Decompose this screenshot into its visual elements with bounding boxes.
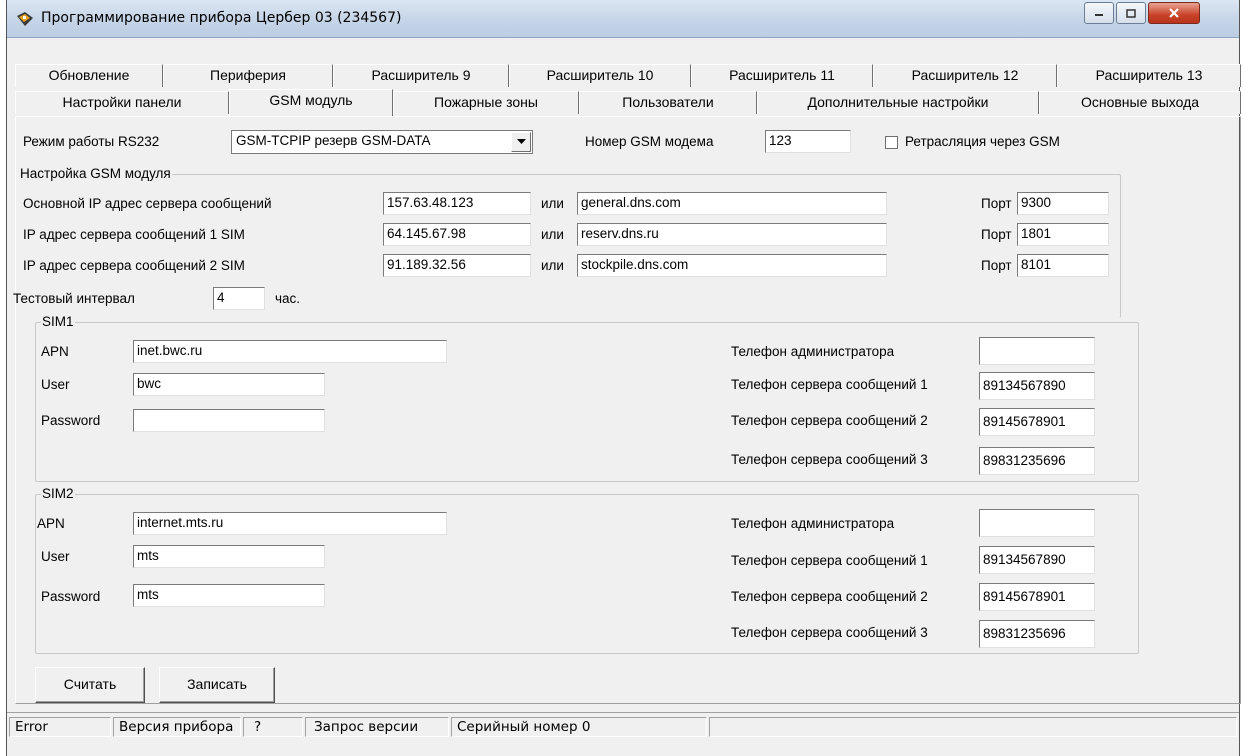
or-label: или	[541, 258, 564, 273]
tab-main-outputs[interactable]: Основные выхода	[1039, 91, 1241, 114]
sim2-server-phone-1-field[interactable]: 89134567890	[979, 546, 1095, 574]
sim1-port-field[interactable]: 1801	[1017, 223, 1109, 246]
gsm-modem-number-label: Номер GSM модема	[585, 134, 714, 149]
sim2-title: SIM2	[41, 486, 75, 501]
status-bar: Error Версия прибора ? Запрос версии Сер…	[7, 712, 1239, 756]
sim2-server-phone-3-label: Телефон сервера сообщений 3	[731, 625, 928, 640]
sim1-ip-field[interactable]: 64.145.67.98	[383, 223, 531, 246]
window-title: Программирование прибора Цербер 03 (2345…	[41, 10, 402, 26]
tab-panel-settings[interactable]: Настройки панели	[15, 91, 229, 114]
sim2-server-phone-3-field[interactable]: 89831235696	[979, 620, 1095, 648]
gsm-modem-number-field[interactable]: 123	[765, 130, 851, 153]
tab-gsm-module[interactable]: GSM модуль	[229, 89, 393, 116]
tab-extender-11[interactable]: Расширитель 11	[691, 64, 873, 87]
port-label: Порт	[981, 196, 1012, 211]
status-error: Error	[9, 717, 111, 737]
test-interval-label: Тестовый интервал	[13, 291, 135, 306]
close-icon	[1169, 8, 1179, 18]
sim1-dns-field[interactable]: reserv.dns.ru	[577, 223, 887, 246]
read-button[interactable]: Считать	[35, 667, 145, 703]
or-label: или	[541, 227, 564, 242]
sim2-ip-field[interactable]: 91.189.32.56	[383, 254, 531, 277]
sim2-apn-label: APN	[37, 516, 65, 531]
rs232-mode-value: GSM-TCPIP резерв GSM-DATA	[236, 133, 431, 148]
sim2-dns-field[interactable]: stockpile.dns.com	[577, 254, 887, 277]
rs232-mode-select[interactable]: GSM-TCPIP резерв GSM-DATA	[231, 130, 533, 154]
main-port-field[interactable]: 9300	[1017, 192, 1109, 215]
app-icon	[17, 12, 33, 26]
sim2-admin-phone-label: Телефон администратора	[731, 516, 895, 531]
gsm-relay-label: Ретрасляция через GSM	[905, 134, 1060, 149]
tab-extender-9[interactable]: Расширитель 9	[333, 64, 509, 87]
sim1-password-label: Password	[41, 413, 101, 428]
tab-extender-12[interactable]: Расширитель 12	[873, 64, 1057, 87]
sim1-admin-phone-label: Телефон администратора	[731, 344, 895, 359]
sim1-server-phone-2-field[interactable]: 89145678901	[979, 408, 1095, 436]
sim1-user-label: User	[41, 377, 70, 392]
maximize-icon	[1126, 8, 1136, 18]
write-button[interactable]: Записать	[159, 667, 275, 703]
rs232-mode-label: Режим работы RS232	[23, 134, 160, 149]
sim1-apn-label: APN	[41, 344, 69, 359]
tab-update[interactable]: Обновление	[15, 64, 163, 87]
sim1-server-phone-3-label: Телефон сервера сообщений 3	[731, 452, 928, 467]
tab-users[interactable]: Пользователи	[579, 91, 757, 114]
sim2-admin-phone-field[interactable]	[979, 509, 1095, 537]
sim1-apn-field[interactable]: inet.bwc.ru	[133, 340, 447, 363]
main-window: Программирование прибора Цербер 03 (2345…	[6, 0, 1241, 756]
sim1-server-phone-1-field[interactable]: 89134567890	[979, 372, 1095, 400]
sim1-user-field[interactable]: bwc	[133, 373, 325, 396]
tab-row-1: Обновление Периферия Расширитель 9 Расши…	[15, 64, 1241, 87]
minimize-icon	[1095, 14, 1103, 16]
gsm-settings-title: Настройка GSM модуля	[19, 166, 172, 181]
sim1-title: SIM1	[41, 314, 75, 329]
sim1-ip-label: IP адрес сервера сообщений 1 SIM	[23, 227, 245, 242]
sim2-server-phone-1-label: Телефон сервера сообщений 1	[731, 553, 928, 568]
tab-extender-13[interactable]: Расширитель 13	[1057, 64, 1241, 87]
sim2-apn-field[interactable]: internet.mts.ru	[133, 512, 447, 535]
main-ip-field[interactable]: 157.63.48.123	[383, 192, 531, 215]
title-bar[interactable]: Программирование прибора Цербер 03 (2345…	[7, 0, 1239, 38]
tab-additional-settings[interactable]: Дополнительные настройки	[757, 91, 1039, 114]
port-label: Порт	[981, 227, 1012, 242]
sim2-password-label: Password	[41, 589, 101, 604]
sim1-password-field[interactable]	[133, 409, 325, 432]
status-serial-number: Серийный номер 0	[451, 717, 707, 737]
maximize-button[interactable]	[1116, 2, 1146, 24]
port-label: Порт	[981, 258, 1012, 273]
sim2-user-label: User	[41, 549, 70, 564]
gsm-relay-checkbox[interactable]	[885, 136, 898, 149]
main-ip-label: Основной IP адрес сервера сообщений	[23, 196, 272, 211]
chevron-down-icon[interactable]	[511, 132, 531, 152]
sim2-user-field[interactable]: mts	[133, 545, 325, 568]
tab-extender-10[interactable]: Расширитель 10	[509, 64, 691, 87]
sim2-server-phone-2-label: Телефон сервера сообщений 2	[731, 589, 928, 604]
tab-row-2: Настройки панели GSM модуль Пожарные зон…	[15, 89, 1241, 116]
tab-peripherals[interactable]: Периферия	[163, 64, 333, 87]
or-label: или	[541, 196, 564, 211]
sim1-admin-phone-field[interactable]	[979, 337, 1095, 365]
sim1-server-phone-2-label: Телефон сервера сообщений 2	[731, 413, 928, 428]
sim1-server-phone-3-field[interactable]: 89831235696	[979, 447, 1095, 475]
close-button[interactable]	[1148, 2, 1200, 24]
sim1-server-phone-1-label: Телефон сервера сообщений 1	[731, 377, 928, 392]
sim2-ip-label: IP адрес сервера сообщений 2 SIM	[23, 258, 245, 273]
status-question: ?	[243, 717, 303, 737]
status-version-request: Запрос версии	[305, 717, 449, 737]
main-dns-field[interactable]: general.dns.com	[577, 192, 887, 215]
sim2-password-field[interactable]: mts	[133, 584, 325, 607]
tab-fire-zones[interactable]: Пожарные зоны	[393, 91, 579, 114]
test-interval-field[interactable]: 4	[213, 287, 265, 310]
status-device-version: Версия прибора	[113, 717, 241, 737]
test-interval-unit: час.	[275, 291, 301, 306]
sim2-server-phone-2-field[interactable]: 89145678901	[979, 583, 1095, 611]
minimize-button[interactable]	[1084, 2, 1114, 24]
sim2-port-field[interactable]: 8101	[1017, 254, 1109, 277]
status-empty	[709, 717, 1237, 737]
